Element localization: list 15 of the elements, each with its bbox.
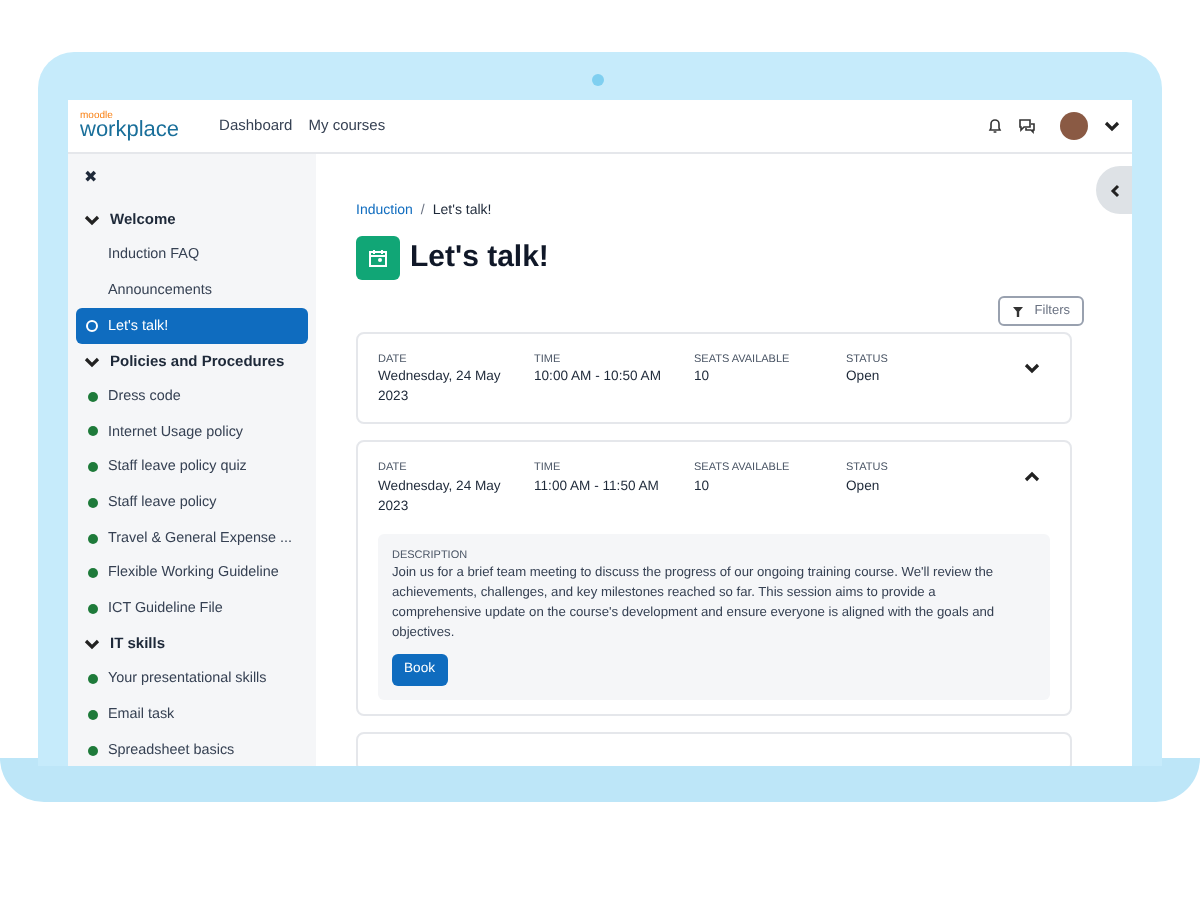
- chevron-left-icon: [1109, 183, 1119, 197]
- drawer-toggle-button[interactable]: [1096, 166, 1132, 214]
- avatar[interactable]: [1060, 112, 1088, 140]
- activity-icon: [356, 235, 400, 280]
- caret-icon: [1104, 120, 1120, 132]
- logo-text: workplace: [80, 119, 180, 141]
- chevron-down-icon: [1024, 362, 1040, 374]
- filter-icon: [1012, 305, 1025, 317]
- close-button[interactable]: ✖: [84, 166, 112, 190]
- toggle-button[interactable]: [1022, 468, 1042, 485]
- chat-icon[interactable]: [1018, 118, 1036, 134]
- chevron-up-icon: [1024, 470, 1040, 483]
- bell-icon[interactable]: [988, 118, 1002, 134]
- page-title: Let's talk!: [410, 237, 549, 277]
- toggle-button[interactable]: [1022, 360, 1042, 376]
